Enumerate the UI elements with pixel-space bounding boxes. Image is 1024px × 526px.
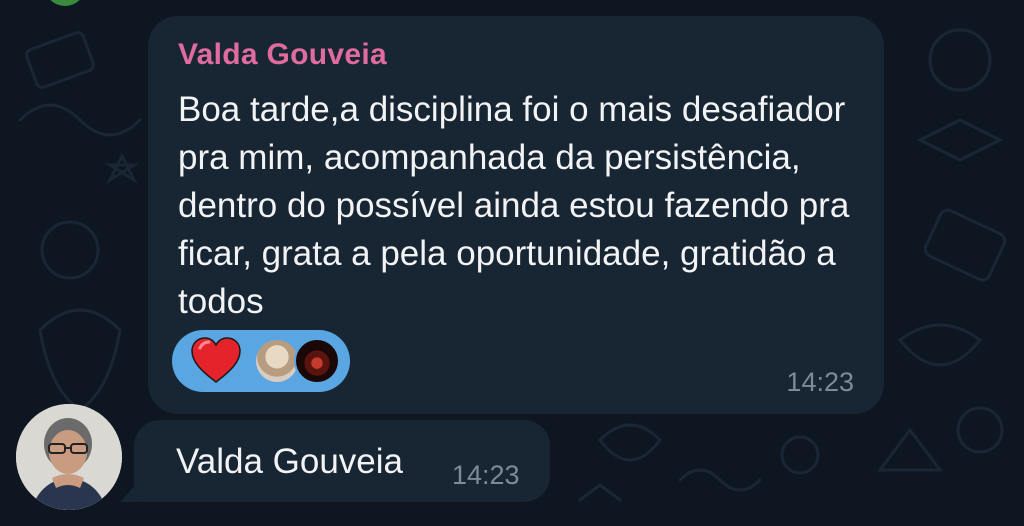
heart-icon [191,337,241,383]
sender-name[interactable]: Valda Gouveia [178,38,387,72]
bubble-tail [120,484,136,502]
message-timestamp: 14:23 [452,460,520,490]
message-timestamp: 14:23 [786,367,854,397]
avatar-image [16,404,122,510]
reaction-user-avatar [294,338,340,384]
message-bubble[interactable]: Valda Gouveia 14:23 [120,420,550,502]
sender-avatar[interactable] [16,404,122,510]
reaction-pill[interactable] [172,330,350,392]
message-bubble[interactable]: Valda Gouveia Boa tarde,a disciplina foi… [148,16,884,414]
message-text: Boa tarde,a disciplina foi o mais desafi… [178,90,850,321]
message-text: Valda Gouveia [176,442,404,481]
